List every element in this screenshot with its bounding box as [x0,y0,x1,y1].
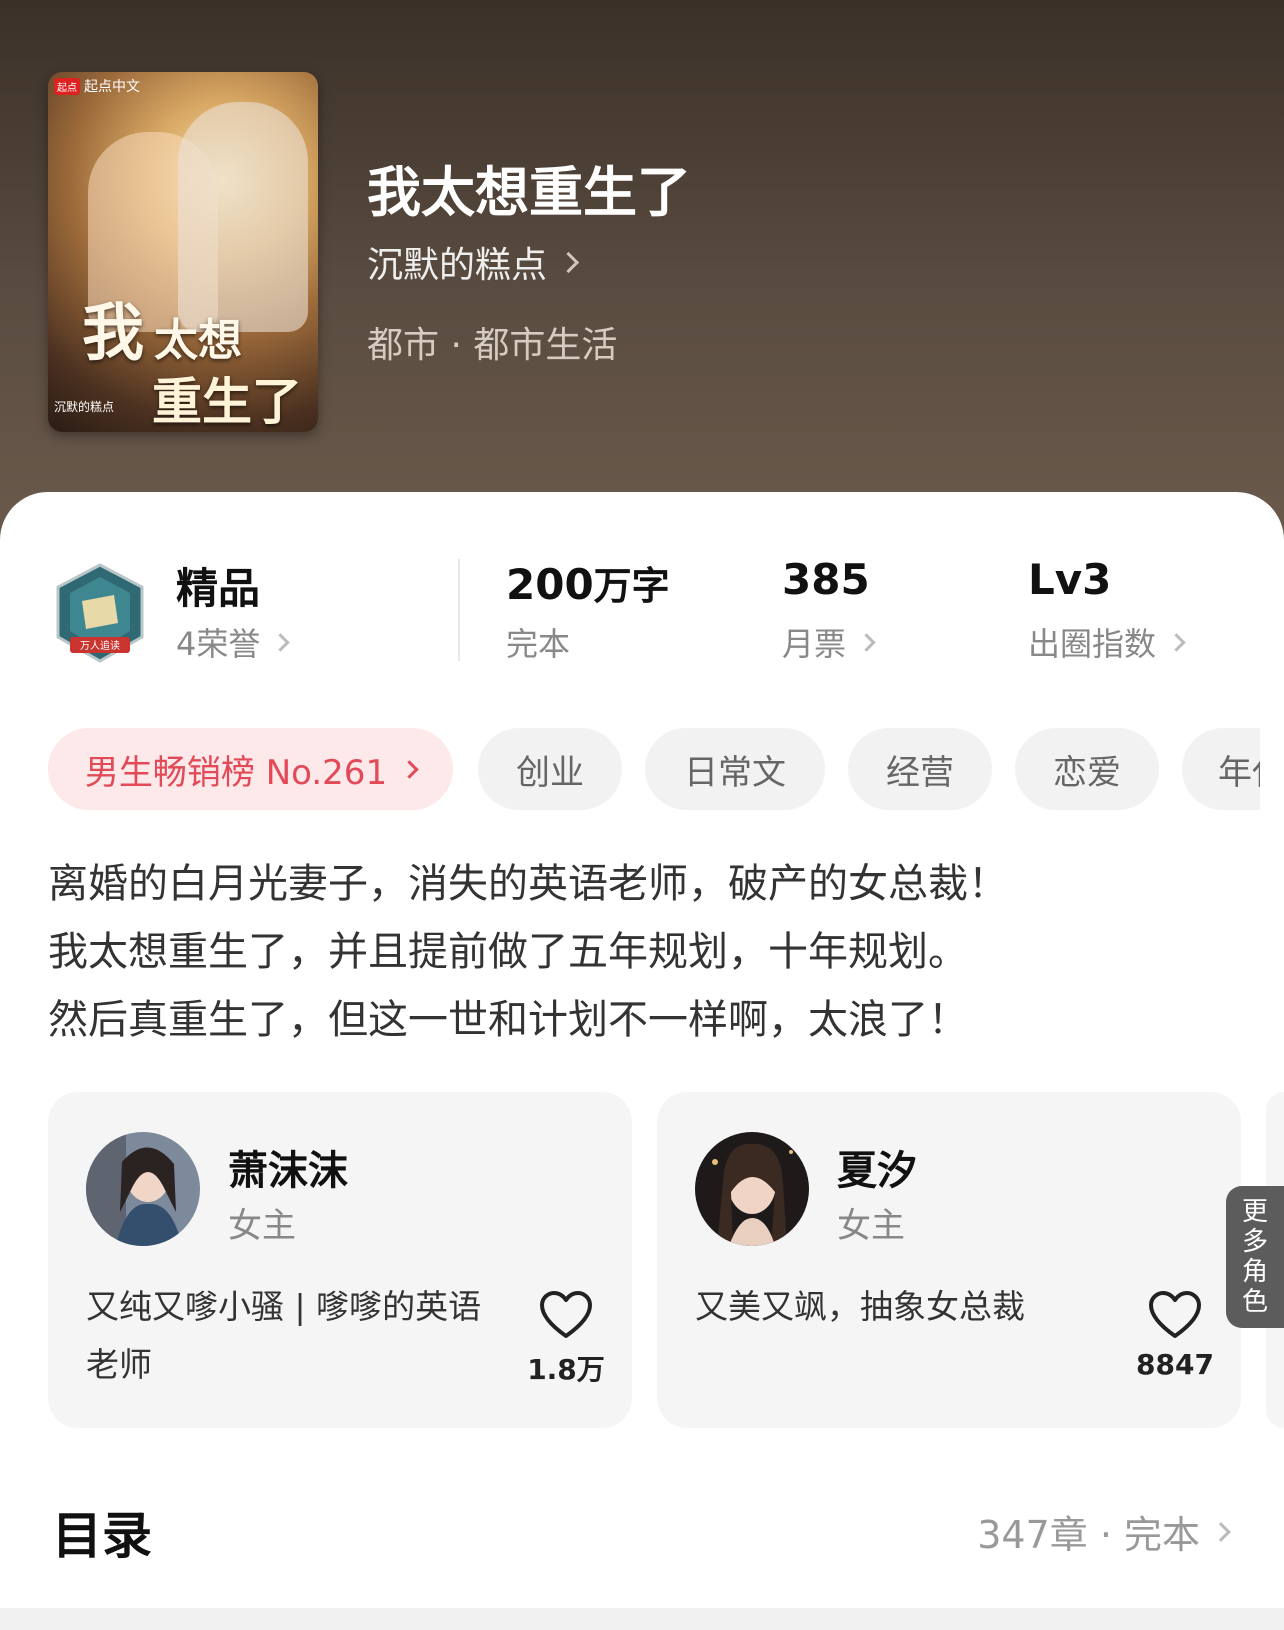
stats-row: 万人追读 精品 4荣誉 200万字 完本 385 月票 Lv3 出圈指数 [0,555,1284,665]
tag-row: 男生畅销榜 No.261 创业 日常文 经营 恋爱 年代 [48,728,1260,812]
book-genre: 都市 · 都市生活 [367,325,618,366]
cover-author: 沉默的糕点 [54,400,115,414]
like-count: 8847 [1136,1348,1214,1381]
chevron-right-icon [400,759,419,779]
heart-icon[interactable] [538,1290,594,1340]
monthly-tickets-value: 385 [782,555,870,604]
like-count: 1.8万 [527,1353,605,1386]
quality-label: 精品 [176,564,261,613]
publisher-logo: 起点 起点中文 [54,76,140,96]
toc-title: 目录 [52,1507,152,1565]
tag-chip[interactable]: 恋爱 [1015,728,1159,810]
cover-title-3: 重生了 [152,372,302,431]
tag-chip[interactable]: 日常文 [645,728,825,810]
popularity-index-link[interactable]: 出圈指数 [1028,619,1186,665]
toc-link[interactable]: 347章 · 完本 [977,1504,1231,1559]
character-avatar [86,1132,200,1246]
cover-title-1: 我 [82,296,145,369]
character-desc: 又纯又嗲小骚 | 嗲嗲的英语老师 [86,1287,482,1384]
character-role: 女主 [837,1206,905,1246]
honor-medal-icon[interactable]: 万人追读 [52,561,148,665]
character-avatar [695,1132,809,1246]
toc-info: 347章 · 完本 [977,1513,1200,1557]
chevron-right-icon [857,632,876,652]
cover-title-2: 太想 [154,315,242,366]
author-link[interactable]: 沉默的糕点 [367,236,580,288]
monthly-tickets-link[interactable]: 月票 [782,619,876,665]
book-header: 起点 起点中文 我 太想 重生了 沉默的糕点 我太想重生了 沉默的糕点 都市 ·… [0,0,1284,540]
chevron-right-icon [1167,632,1186,652]
chevron-right-icon [271,632,291,652]
character-card[interactable]: 夏汐 女主 又美又飒，抽象女总裁 8847 [657,1092,1241,1428]
svg-text:万人追读: 万人追读 [80,639,120,652]
rank-tag[interactable]: 男生畅销榜 No.261 [48,728,453,810]
stats-divider [458,559,460,661]
chevron-right-icon [1211,1521,1231,1542]
synopsis-line: 然后真重生了，但这一世和计划不一样啊，太浪了！ [48,997,968,1043]
character-role: 女主 [228,1206,296,1246]
honors-link[interactable]: 4荣誉 [176,619,291,665]
status-label: 完本 [506,625,571,663]
chevron-right-icon [557,251,580,273]
character-desc: 又美又飒，抽象女总裁 [695,1287,1025,1326]
tag-chip[interactable]: 经营 [848,728,992,810]
character-card[interactable]: 萧沫沫 女主 又纯又嗲小骚 | 嗲嗲的英语老师 1.8万 [48,1092,632,1428]
popularity-index-value: Lv3 [1028,555,1112,604]
character-name: 夏汐 [837,1148,917,1194]
heart-icon[interactable] [1147,1290,1203,1340]
author-name: 沉默的糕点 [367,245,548,286]
tag-chip[interactable]: 年代 [1182,728,1260,810]
synopsis-line: 离婚的白月光妻子，消失的英语老师，破产的女总裁！ [48,861,1008,907]
tag-chip[interactable]: 创业 [478,728,622,810]
cover-figure-man [178,102,308,332]
character-name: 萧沫沫 [228,1148,348,1194]
book-cover[interactable]: 起点 起点中文 我 太想 重生了 沉默的糕点 [48,72,318,432]
section-separator [0,1608,1284,1630]
more-characters-button[interactable]: 更 多 角 色 [1226,1186,1284,1328]
synopsis-line: 我太想重生了，并且提前做了五年规划，十年规划。 [48,929,968,975]
book-title: 我太想重生了 [367,161,691,224]
book-synopsis[interactable]: 离婚的白月光妻子，消失的英语老师，破产的女总裁！ 我太想重生了，并且提前做了五年… [48,850,1238,1054]
word-count: 200万字 [506,560,670,609]
